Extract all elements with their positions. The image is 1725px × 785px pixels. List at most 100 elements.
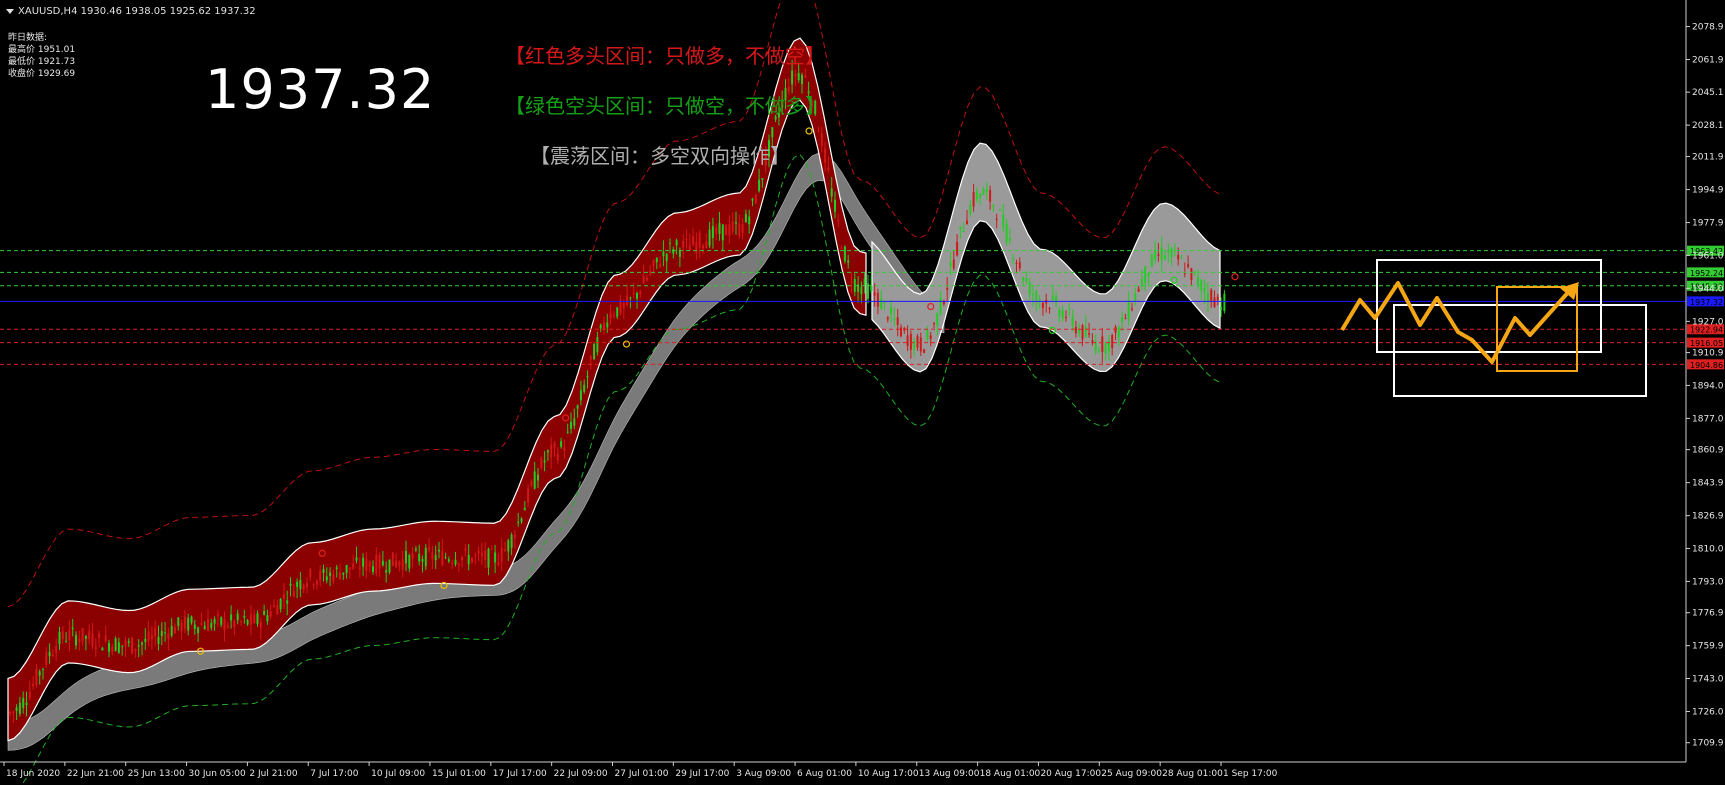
- candle-body: [94, 646, 97, 650]
- candle-body: [319, 570, 322, 581]
- candle-body: [289, 583, 292, 586]
- candle-body: [266, 615, 269, 622]
- candle-body: [48, 652, 51, 657]
- candle-body: [15, 707, 18, 711]
- candle-body: [355, 557, 358, 561]
- candle-body: [843, 246, 846, 262]
- candle-body: [210, 622, 213, 628]
- candle-body: [513, 534, 516, 539]
- candle-body: [203, 625, 206, 630]
- candle-body: [599, 324, 602, 329]
- candle-body: [1084, 326, 1087, 337]
- candle-body: [959, 226, 962, 229]
- candle-body: [560, 441, 563, 447]
- candle-body: [1068, 308, 1071, 310]
- level-tag-label: 1904.86: [1690, 361, 1723, 370]
- candle-body: [830, 188, 833, 197]
- candle-body: [362, 557, 365, 567]
- candle-body: [1104, 343, 1107, 354]
- candle-body: [12, 711, 15, 713]
- candle-body: [507, 540, 510, 552]
- candle-body: [451, 563, 454, 565]
- price-tick-label: 1743.0: [1692, 674, 1724, 684]
- candle-body: [358, 567, 361, 570]
- candle-body: [939, 297, 942, 314]
- time-tick-label: 28 Aug 01:00: [1162, 769, 1223, 779]
- price-tick-label: 2078.9: [1692, 23, 1724, 33]
- candle-body: [1114, 326, 1117, 333]
- candle-body: [1061, 309, 1064, 319]
- candle-body: [38, 671, 41, 676]
- candle-body: [9, 711, 11, 714]
- candle-body: [708, 229, 711, 246]
- candle-body: [827, 167, 830, 171]
- candle-body: [642, 275, 645, 284]
- candle-body: [352, 563, 355, 569]
- candle-body: [302, 584, 305, 590]
- candle-body: [395, 560, 398, 567]
- candle-body: [464, 548, 467, 551]
- candle-body: [286, 600, 289, 604]
- candle-body: [579, 390, 582, 401]
- candle-body: [141, 642, 143, 645]
- price-tick-label: 2061.9: [1692, 56, 1724, 66]
- candle-body: [738, 223, 741, 236]
- candle-body: [438, 549, 440, 552]
- candle-body: [662, 251, 665, 257]
- candle-body: [137, 645, 140, 647]
- candle-body: [42, 668, 44, 670]
- candle-body: [457, 563, 460, 566]
- candle-body: [467, 554, 470, 565]
- candle-body: [1140, 278, 1143, 287]
- candle-body: [649, 270, 652, 275]
- candle-body: [1223, 293, 1226, 312]
- candle-body: [444, 556, 447, 558]
- candle-body: [124, 640, 127, 647]
- price-tick-label: 1994.9: [1692, 186, 1724, 196]
- candle-body: [477, 550, 480, 554]
- candle-body: [962, 231, 965, 233]
- candle-body: [282, 594, 285, 599]
- candle-body: [1180, 257, 1183, 259]
- candle-body: [715, 227, 718, 234]
- candle-body: [758, 179, 761, 191]
- candle-body: [279, 598, 282, 609]
- candle-body: [685, 238, 688, 240]
- candle-body: [160, 630, 163, 637]
- candle-body: [45, 652, 48, 665]
- candle-body: [510, 534, 513, 548]
- candle-body: [388, 559, 391, 573]
- candle-body: [692, 236, 695, 246]
- candle-body: [1137, 288, 1140, 292]
- candle-body: [573, 418, 576, 426]
- candle-body: [1144, 266, 1147, 283]
- time-axis: 18 Jun 2020 22 Jun 21:00 25 Jun 13:00 30 Ju…: [0, 761, 1686, 779]
- yesterday-high: 最高价 1951.01: [8, 45, 76, 55]
- candle-body: [454, 559, 457, 565]
- candle-body: [197, 627, 200, 634]
- candle-body: [632, 293, 635, 295]
- candle-body: [728, 224, 731, 236]
- candle-body: [1187, 264, 1190, 267]
- candle-body: [1098, 350, 1100, 352]
- candle-body: [1121, 317, 1124, 323]
- candle-body: [863, 278, 866, 286]
- candle-body: [1154, 249, 1157, 260]
- candle-body: [1025, 278, 1028, 282]
- candle-body: [936, 312, 939, 326]
- bull-zone-annotation: 【红色多头区间：只做多，不做空】: [505, 44, 825, 68]
- candle-body: [223, 618, 226, 631]
- candle-body: [121, 645, 124, 647]
- candle-body: [612, 315, 615, 317]
- candle-body: [348, 567, 351, 570]
- candle-body: [639, 291, 642, 295]
- collapse-triangle-icon[interactable]: [6, 8, 14, 14]
- symbol-header: XAUUSD,H4 1930.46 1938.05 1925.62 1937.3…: [6, 6, 256, 17]
- candle-body: [1028, 281, 1031, 296]
- candle-body: [263, 611, 266, 615]
- price-tick-label: 1877.0: [1692, 414, 1724, 424]
- candle-body: [989, 190, 992, 202]
- candle-body: [550, 444, 553, 458]
- time-tick-label: 22 Jul 09:00: [554, 769, 608, 779]
- time-tick-label: 2 Jul 21:00: [249, 769, 298, 779]
